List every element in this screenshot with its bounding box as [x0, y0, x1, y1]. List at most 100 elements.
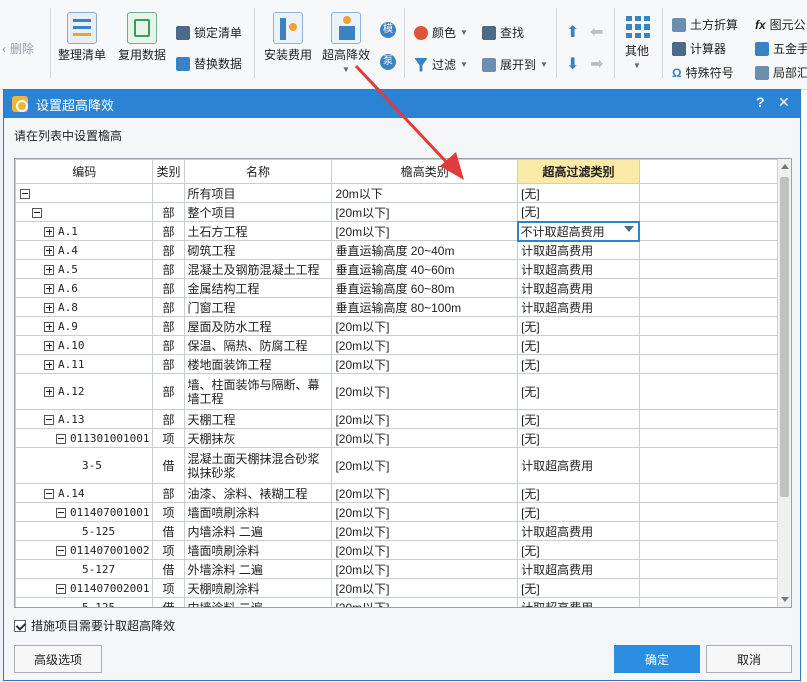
pump-button[interactable]: 泵 [380, 54, 396, 70]
cell-filter-category[interactable]: 计取超高费用 [517, 559, 640, 579]
filter-button[interactable]: 过滤 ▼ [414, 56, 468, 73]
cell-name[interactable]: 混凝土及钢筋混凝土工程 [183, 259, 333, 279]
header-code[interactable]: 编码 [15, 159, 154, 184]
cell-filter-category[interactable]: [无] [517, 578, 640, 598]
table-row[interactable]: A.14 部油漆、涂料、裱糊工程 [20m以下] [无] [15, 483, 791, 503]
cell-name[interactable]: 金属结构工程 [183, 278, 333, 298]
table-row[interactable]: A.13 部天棚工程 [20m以下] [无] [15, 409, 791, 429]
expand-icon[interactable] [44, 245, 54, 256]
cell-category[interactable]: 部 [152, 483, 185, 503]
cell-eave-category[interactable]: [20m以下] [331, 428, 519, 448]
cell-category[interactable]: 借 [152, 597, 185, 607]
cell-filter-category[interactable]: 计取超高费用 [517, 521, 640, 541]
move-left-button[interactable]: ⬅ [590, 22, 603, 42]
cell-filter-category[interactable]: 计取超高费用 [517, 240, 640, 260]
install-fee-button[interactable]: 安装费用 [264, 12, 312, 63]
header-eave-category[interactable]: 檐高类别 [331, 159, 519, 184]
cell-category[interactable]: 部 [152, 409, 185, 429]
collapse-icon[interactable] [56, 545, 66, 556]
checkbox-checked-icon[interactable] [14, 619, 26, 632]
cell-code[interactable]: A.14 [15, 483, 154, 503]
table-row[interactable]: 011301001001 项天棚抹灰 [20m以下] [无] [15, 428, 791, 448]
scroll-up-icon[interactable] [781, 164, 789, 169]
scroll-down-icon[interactable] [781, 597, 789, 602]
cell-eave-category[interactable]: 20m以下 [331, 183, 519, 203]
cell-filter-category[interactable]: [无] [517, 183, 640, 203]
table-row[interactable]: A.12 部墙、柱面装饰与隔断、幕墙工程 [20m以下] [无] [15, 373, 791, 410]
find-button[interactable]: 查找 [482, 24, 524, 41]
reuse-data-button[interactable]: 复用数据 [118, 12, 166, 63]
cell-name[interactable]: 内墙涂料 二遍 [183, 597, 333, 607]
delete-button[interactable]: ‹ 删除 [2, 40, 34, 57]
cell-code[interactable]: A.5 [15, 259, 154, 279]
cell-code[interactable]: A.1 [15, 221, 154, 241]
cell-code[interactable] [15, 202, 154, 222]
cell-filter-category[interactable]: [无] [517, 316, 640, 336]
cell-category[interactable]: 部 [152, 240, 185, 260]
cell-eave-category[interactable]: [20m以下] [331, 354, 519, 374]
table-row[interactable]: A.5 部混凝土及钢筋混凝土工程 垂直运输高度 40~60m 计取超高费用 [15, 259, 791, 279]
cell-code[interactable]: A.8 [15, 297, 154, 317]
cell-filter-category[interactable]: [无] [517, 483, 640, 503]
cell-code[interactable]: 011407002001 [15, 578, 154, 598]
cell-filter-category[interactable]: [无] [517, 428, 640, 448]
table-row[interactable]: A.4 部砌筑工程 垂直运输高度 20~40m 计取超高费用 [15, 240, 791, 260]
cell-category[interactable]: 借 [152, 521, 185, 541]
collapse-icon[interactable] [44, 414, 54, 425]
cell-name[interactable]: 墙面喷刷涂料 [183, 502, 333, 522]
cell-filter-category[interactable]: [无] [517, 202, 640, 222]
cell-code[interactable]: 5-125 [15, 521, 154, 541]
calculator-button[interactable]: 计算器 [672, 40, 726, 57]
cell-filter-category[interactable]: 计取超高费用 [517, 597, 640, 607]
cell-filter-category[interactable]: [无] [517, 335, 640, 355]
table-row[interactable]: 011407002001 项天棚喷刷涂料 [20m以下] [无] [15, 578, 791, 598]
cell-name[interactable]: 油漆、涂料、裱糊工程 [183, 483, 333, 503]
cell-filter-category[interactable]: 计取超高费用 [517, 447, 640, 484]
collapse-icon[interactable] [56, 433, 66, 444]
move-right-button[interactable]: ➡ [590, 54, 603, 74]
cell-category[interactable]: 项 [152, 428, 185, 448]
cell-filter-category[interactable]: [无] [517, 373, 640, 410]
cell-eave-category[interactable]: [20m以下] [331, 483, 519, 503]
cell-category[interactable]: 项 [152, 540, 185, 560]
cell-category[interactable]: 部 [152, 259, 185, 279]
close-button[interactable]: ✕ [778, 94, 790, 111]
cell-code[interactable]: 5-127 [15, 559, 154, 579]
cell-eave-category[interactable]: 垂直运输高度 40~60m [331, 259, 519, 279]
cell-eave-category[interactable]: [20m以下] [331, 521, 519, 541]
cell-filter-category[interactable]: [无] [517, 502, 640, 522]
special-symbol-button[interactable]: Ω 特殊符号 [672, 64, 734, 81]
collapse-icon[interactable] [32, 207, 42, 218]
table-row[interactable]: 5-125 借内墙涂料 二遍 [20m以下] 计取超高费用 [15, 597, 791, 607]
cell-eave-category[interactable]: [20m以下] [331, 559, 519, 579]
header-category[interactable]: 类别 [152, 159, 185, 184]
cell-category[interactable]: 部 [152, 354, 185, 374]
table-row[interactable]: A.6 部金属结构工程 垂直运输高度 60~80m 计取超高费用 [15, 278, 791, 298]
expand-icon[interactable] [44, 321, 54, 332]
cell-eave-category[interactable]: [20m以下] [331, 597, 519, 607]
header-name[interactable]: 名称 [183, 159, 333, 184]
cell-name[interactable]: 土石方工程 [183, 221, 333, 241]
cell-code[interactable] [15, 183, 154, 203]
move-down-button[interactable]: ⬇ [566, 54, 579, 74]
cell-name[interactable]: 楼地面装饰工程 [183, 354, 333, 374]
expand-icon[interactable] [44, 340, 54, 351]
cell-name[interactable]: 整个项目 [183, 202, 333, 222]
cell-category[interactable]: 项 [152, 502, 185, 522]
cell-filter-category[interactable]: [无] [517, 540, 640, 560]
cell-code[interactable]: 3-5 [15, 447, 154, 484]
cell-name[interactable]: 天棚喷刷涂料 [183, 578, 333, 598]
organize-list-button[interactable]: 整理清单 [58, 12, 106, 63]
advanced-options-button[interactable]: 高级选项 [14, 645, 102, 673]
cell-category[interactable]: 部 [152, 221, 185, 241]
cell-eave-category[interactable]: [20m以下] [331, 578, 519, 598]
dropdown-arrow-icon[interactable] [624, 225, 635, 232]
cell-category[interactable]: 部 [152, 316, 185, 336]
scroll-thumb[interactable] [780, 177, 789, 497]
cell-eave-category[interactable]: [20m以下] [331, 316, 519, 336]
help-button[interactable]: ? [756, 94, 765, 110]
expand-icon[interactable] [44, 386, 54, 397]
cell-code[interactable]: A.9 [15, 316, 154, 336]
cell-eave-category[interactable]: [20m以下] [331, 502, 519, 522]
mold-button[interactable]: 模 [380, 22, 396, 38]
